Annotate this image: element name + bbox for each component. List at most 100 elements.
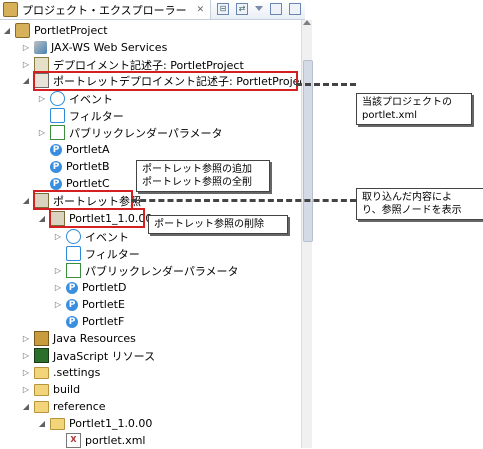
view-menu-icon[interactable] (255, 6, 263, 11)
tree-item-portletd[interactable]: ▷ P PortletD (54, 279, 127, 296)
tree-item-label: .settings (53, 366, 101, 379)
callout-connector (296, 83, 356, 86)
folder-icon (34, 383, 49, 396)
expand-icon[interactable]: ▷ (22, 60, 30, 69)
callout-reference-nodes: 取り込んだ内容によ り、参照ノードを表示 (356, 188, 483, 220)
tree-item-label: PortletA (66, 143, 110, 156)
scroll-thumb[interactable] (303, 60, 313, 242)
tree-item-public-render-params-2[interactable]: ▷ パブリックレンダーパラメータ (54, 262, 239, 279)
portlet-icon: P (66, 315, 78, 328)
tree-item-label: portlet.xml (85, 434, 146, 447)
tree-item-settings[interactable]: ▷ .settings (22, 364, 100, 381)
tree-item-portletproject[interactable]: ◢ PortletProject (3, 22, 108, 39)
tree-item-label: PortletProject (34, 24, 108, 37)
tree-item-portlet-xml[interactable]: X portlet.xml (54, 432, 145, 449)
expand-icon[interactable]: ▷ (22, 43, 30, 52)
tree-item-java-resources[interactable]: ▷ Java Resources (22, 330, 136, 347)
callout-delete: ポートレット参照の削除 (148, 215, 288, 234)
tree-item-events[interactable]: ▷ イベント (38, 90, 113, 107)
expand-icon[interactable]: ▷ (22, 385, 30, 394)
scroll-up-icon[interactable] (303, 20, 311, 25)
view-tab[interactable]: プロジェクト・エクスプローラー ✕ (0, 0, 212, 19)
expand-icon[interactable]: ▷ (38, 94, 46, 103)
expand-icon[interactable]: ◢ (3, 26, 11, 35)
view-title: プロジェクト・エクスプローラー (22, 3, 187, 17)
portlet-icon: P (50, 177, 62, 190)
expand-icon[interactable]: ▷ (22, 368, 30, 377)
tree-item-portletb[interactable]: P PortletB (38, 158, 110, 175)
callout-context-menu: ポートレット参照の追加 ポートレット参照の全削 (136, 160, 270, 192)
tree-item-label: JavaScript リソース (53, 349, 156, 363)
maximize-icon[interactable] (289, 3, 301, 15)
callout-portlet-xml: 当該プロジェクトの portlet.xml (356, 93, 472, 125)
java-resources-icon (34, 331, 49, 346)
collapse-icon[interactable]: ◢ (22, 402, 30, 411)
folder-open-icon (50, 417, 65, 430)
view-toolbar: ⊟ ⇄ (217, 3, 301, 15)
tree-item-jaxws[interactable]: ▷ JAX-WS Web Services (22, 39, 167, 56)
tree-item-portlete[interactable]: ▷ P PortletE (54, 296, 125, 313)
tree-item-filters[interactable]: フィルター (38, 107, 124, 124)
tree-item-label: reference (53, 400, 106, 413)
tree-item-portletf[interactable]: P PortletF (54, 313, 124, 330)
callout-connector (131, 199, 356, 202)
collapse-icon[interactable]: ◢ (22, 76, 30, 85)
tree-item-label: イベント (85, 230, 129, 244)
tree-item-label: PortletB (66, 160, 110, 173)
expand-icon[interactable]: ▷ (38, 128, 46, 137)
tree-item-portlet1-folder[interactable]: ◢ Portlet1_1.0.00 (38, 415, 153, 432)
tree-item-label: JAX-WS Web Services (51, 41, 168, 54)
project-tree: ◢ PortletProject ▷ JAX-WS Web Services ▷… (0, 20, 310, 449)
portlet-icon: P (66, 298, 78, 311)
tree-item-filters-2[interactable]: フィルター (54, 245, 140, 262)
collapse-icon[interactable]: ◢ (38, 419, 46, 428)
tree-item-build[interactable]: ▷ build (22, 381, 80, 398)
highlight-portlet1-ref (49, 208, 145, 228)
close-icon[interactable]: ✕ (197, 5, 205, 15)
expand-icon[interactable]: ▷ (54, 300, 62, 309)
event-icon (66, 229, 81, 244)
portlet-icon: P (50, 143, 62, 156)
minimize-icon[interactable] (270, 3, 282, 15)
filter-icon (66, 246, 81, 261)
view-header: プロジェクト・エクスプローラー ✕ ⊟ ⇄ (0, 0, 305, 20)
tree-item-label: PortletE (82, 298, 125, 311)
descriptor-icon (34, 57, 49, 72)
expand-icon[interactable]: ▷ (22, 351, 30, 360)
tree-item-public-render-params[interactable]: ▷ パブリックレンダーパラメータ (38, 124, 223, 141)
parameter-icon (66, 263, 81, 278)
highlight-portlet-descriptor (33, 71, 298, 91)
tree-item-reference[interactable]: ◢ reference (22, 398, 106, 415)
folder-icon (34, 366, 49, 379)
tree-item-javascript-resources[interactable]: ▷ JavaScript リソース (22, 347, 155, 364)
expand-icon[interactable]: ▷ (54, 266, 62, 275)
collapse-icon[interactable]: ◢ (22, 196, 30, 205)
tree-item-label: build (53, 383, 81, 396)
expand-icon[interactable]: ▷ (54, 232, 62, 241)
link-with-editor-icon[interactable]: ⇄ (236, 3, 248, 15)
xml-file-icon: X (66, 433, 81, 448)
tree-item-portleta[interactable]: P PortletA (38, 141, 109, 158)
tree-item-label: パブリックレンダーパラメータ (69, 126, 223, 140)
expand-icon[interactable]: ▷ (54, 283, 62, 292)
tree-item-events-2[interactable]: ▷ イベント (54, 228, 129, 245)
expand-icon[interactable]: ▷ (22, 334, 30, 343)
tree-item-label: Portlet1_1.0.00 (69, 417, 153, 430)
event-icon (50, 91, 65, 106)
tree-item-label: PortletD (82, 281, 127, 294)
tree-item-label: フィルター (85, 247, 140, 261)
web-services-icon (34, 41, 47, 54)
collapse-all-icon[interactable]: ⊟ (217, 3, 229, 15)
tree-item-label: Java Resources (53, 332, 136, 345)
tree-item-label: PortletF (82, 315, 125, 328)
tree-item-label: PortletC (66, 177, 110, 190)
filter-icon (50, 108, 65, 123)
collapse-icon[interactable]: ◢ (38, 214, 46, 223)
